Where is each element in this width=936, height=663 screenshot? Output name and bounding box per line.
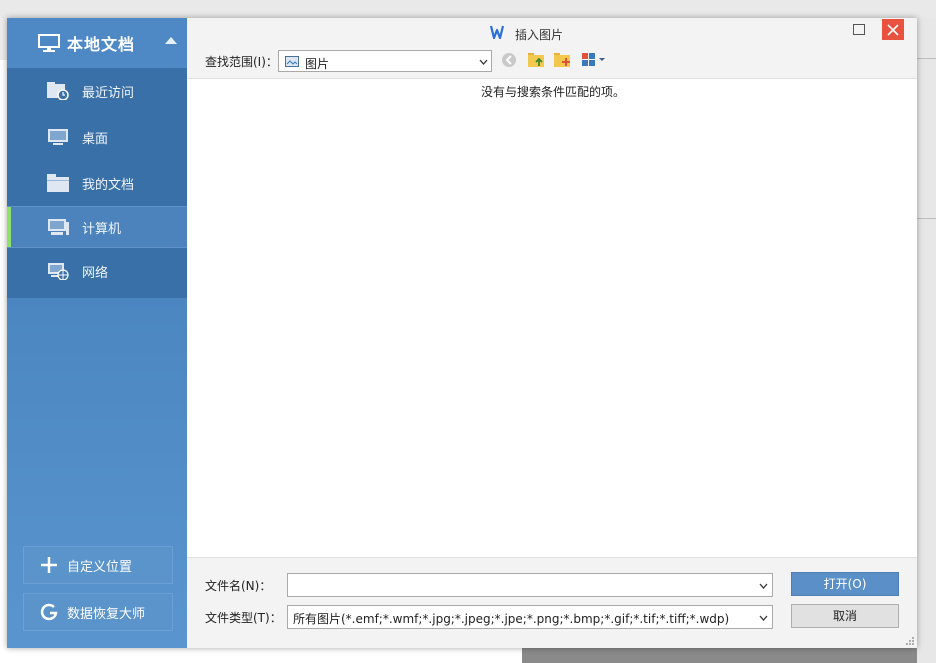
close-icon: [887, 24, 899, 36]
desktop-icon: [48, 129, 68, 145]
view-menu-icon[interactable]: [580, 50, 610, 70]
empty-message: 没有与搜索条件匹配的项。: [481, 85, 626, 99]
sidebar-list: 最近访问 桌面 我的文档 计算机 网络: [7, 68, 187, 298]
computer-icon: [48, 219, 69, 235]
up-folder-icon[interactable]: [526, 50, 548, 70]
background-right-strip: [917, 18, 936, 663]
sidebar-item-recent[interactable]: 最近访问: [7, 68, 187, 114]
open-button[interactable]: 打开(O): [791, 572, 899, 596]
filetype-value: 所有图片(*.emf;*.wmf;*.jpg;*.jpeg;*.jpe;*.pn…: [293, 612, 730, 626]
lookin-value: 图片: [305, 57, 330, 71]
plus-icon: [41, 557, 57, 573]
file-list-area[interactable]: 没有与搜索条件匹配的项。: [187, 78, 917, 558]
insert-picture-dialog: 本地文档 最近访问 桌面 我的文档 计算机 网络 自定义位置 数据恢复大师 插入…: [7, 18, 917, 648]
cancel-button[interactable]: 取消: [791, 604, 899, 628]
sidebar-header[interactable]: 本地文档: [7, 18, 187, 68]
chevron-down-icon: [759, 615, 768, 621]
network-icon: [48, 263, 69, 280]
lookin-combobox[interactable]: 图片: [278, 50, 492, 72]
pictures-folder-icon: [285, 56, 299, 67]
main-panel: 插入图片 查找范围(I)： 图片 没有与搜索条件匹配的项。 文件名(N)： 文件…: [187, 18, 917, 648]
data-recovery-label: 数据恢复大师: [67, 606, 146, 622]
lookin-label: 查找范围(I)：: [205, 55, 278, 69]
sidebar-item-documents[interactable]: 我的文档: [7, 160, 187, 206]
resize-grip-icon[interactable]: [905, 636, 915, 646]
filetype-select[interactable]: 所有图片(*.emf;*.wmf;*.jpg;*.jpeg;*.jpe;*.pn…: [287, 605, 773, 629]
filetype-label: 文件类型(T)：: [205, 611, 282, 625]
folder-icon: [47, 174, 69, 192]
sidebar-item-label: 我的文档: [82, 177, 135, 193]
collapse-caret-icon[interactable]: [165, 37, 177, 44]
title-bar: 插入图片: [187, 18, 917, 48]
new-folder-icon[interactable]: [552, 50, 574, 70]
sidebar-item-network[interactable]: 网络: [7, 248, 187, 294]
custom-location-label: 自定义位置: [67, 559, 133, 575]
sidebar: 本地文档 最近访问 桌面 我的文档 计算机 网络 自定义位置 数据恢复大师: [7, 18, 187, 648]
sidebar-item-computer[interactable]: 计算机: [7, 206, 187, 248]
recent-folder-icon: [47, 82, 69, 100]
wps-writer-logo-icon: [490, 25, 504, 39]
custom-location-button[interactable]: 自定义位置: [23, 546, 173, 584]
data-recovery-button[interactable]: 数据恢复大师: [23, 593, 173, 631]
filename-input[interactable]: [287, 573, 773, 597]
sidebar-item-label: 最近访问: [82, 85, 135, 101]
sidebar-item-label: 计算机: [82, 221, 122, 237]
data-recovery-icon: [40, 603, 58, 621]
sidebar-item-label: 网络: [82, 265, 109, 281]
background-app-topbar: [0, 0, 936, 18]
chevron-down-icon: [479, 59, 488, 65]
sidebar-item-desktop[interactable]: 桌面: [7, 114, 187, 160]
dialog-title: 插入图片: [515, 28, 564, 42]
sidebar-header-title: 本地文档: [67, 35, 136, 54]
monitor-icon: [38, 34, 60, 52]
chevron-down-icon: [759, 583, 768, 589]
sidebar-item-label: 桌面: [82, 131, 109, 147]
back-icon[interactable]: [499, 50, 521, 70]
maximize-button[interactable]: [853, 24, 865, 35]
close-button[interactable]: [882, 19, 904, 40]
filename-label: 文件名(N)：: [205, 579, 272, 593]
